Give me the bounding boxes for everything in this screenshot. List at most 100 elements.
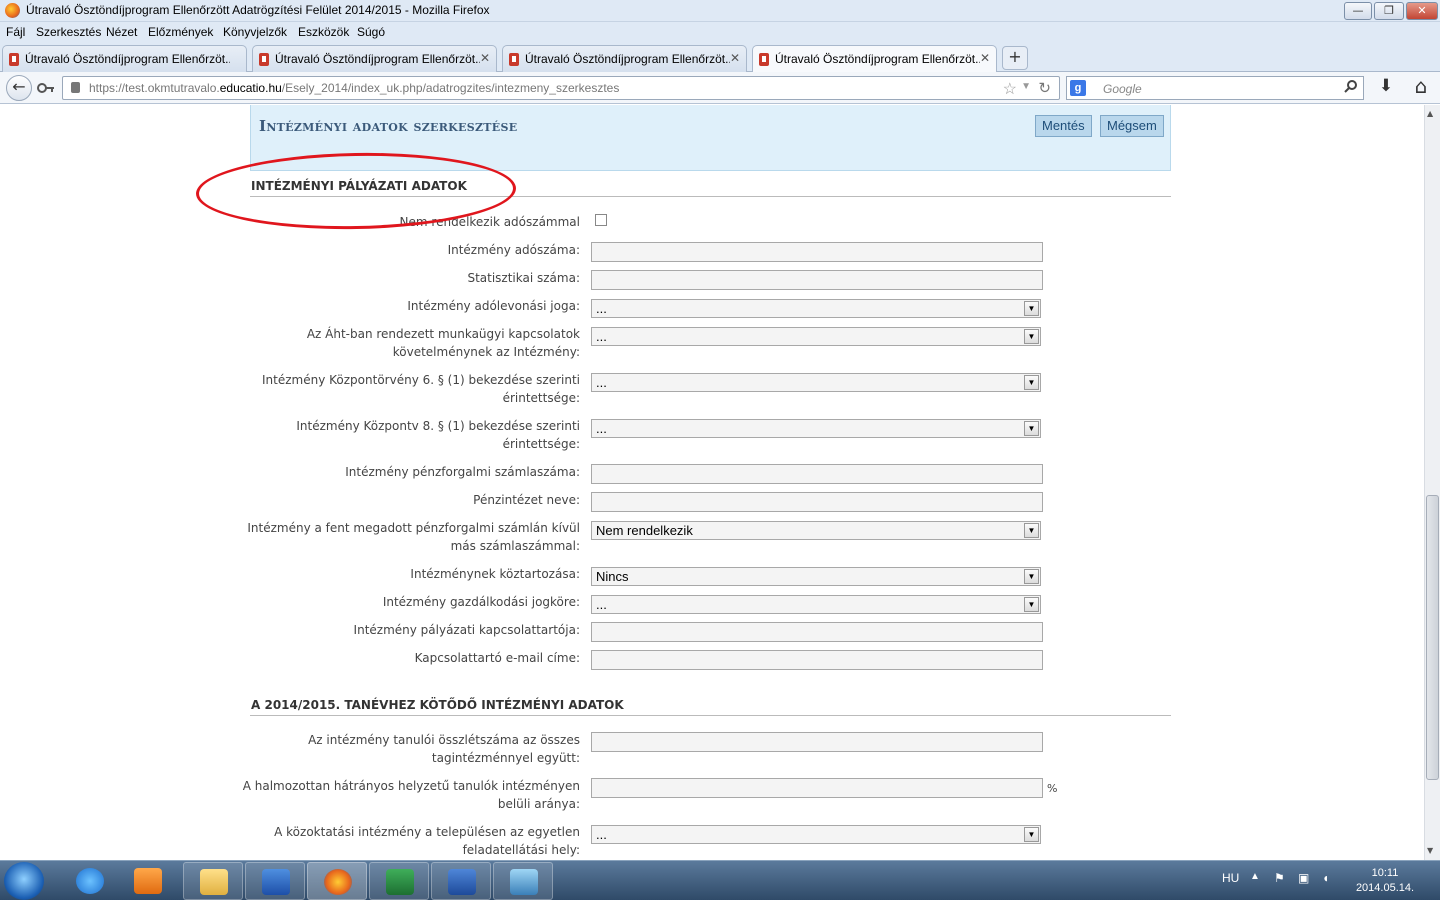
firefox-icon — [324, 869, 352, 895]
folder-icon — [200, 869, 228, 895]
tray-arrow-icon[interactable]: ▲ — [1250, 871, 1260, 882]
section-heading-school-year-data: A 2014/2015. TANÉVHEZ KÖTŐDŐ INTÉZMÉNYI … — [250, 696, 1171, 716]
home-icon[interactable]: ⌂ — [1410, 74, 1432, 98]
menu-file[interactable]: Fájl — [6, 25, 25, 39]
search-icon[interactable] — [1344, 79, 1358, 96]
menu-tools[interactable]: Eszközök — [298, 25, 349, 39]
dropdown-arrow-icon: ▼ — [1024, 329, 1039, 344]
legal-status-select[interactable]: ... ▼ — [591, 595, 1041, 614]
dropdown-arrow-icon: ▼ — [1024, 569, 1039, 584]
history-dropdown-icon[interactable]: ▼ — [1021, 81, 1031, 92]
language-indicator[interactable]: HU — [1222, 871, 1239, 885]
dropdown-arrow-icon: ▼ — [1024, 421, 1039, 436]
tab-bar: Útravaló Ösztöndíjprogram Ellenőrzöt... … — [0, 42, 1440, 73]
browser-tab[interactable]: Útravaló Ösztöndíjprogram Ellenőrzöt... … — [502, 45, 747, 72]
bookmark-star-icon[interactable]: ☆ — [1003, 79, 1017, 99]
download-icon[interactable]: ⬇ — [1376, 76, 1396, 96]
back-button[interactable]: ← — [6, 75, 32, 101]
menu-help[interactable]: Súgó — [357, 25, 385, 39]
percent-unit: % — [1047, 782, 1058, 795]
scroll-down-arrow-icon[interactable]: ▼ — [1427, 846, 1433, 855]
stat-number-input[interactable] — [591, 270, 1043, 290]
url-bar[interactable]: https://test.okmtutravalo.educatio.hu/Es… — [62, 76, 1060, 100]
google-icon: g — [1070, 80, 1086, 96]
search-placeholder: Google — [1103, 82, 1142, 96]
menu-edit[interactable]: Szerkesztés — [36, 25, 101, 39]
system-clock[interactable]: 10:11 2014.05.14. — [1350, 866, 1420, 896]
window-titlebar: Útravaló Ösztöndíjprogram Ellenőrzött Ad… — [0, 0, 1440, 22]
field-label: Intézmény a fent megadott pénzforgalmi s… — [247, 521, 580, 553]
site-favicon-icon — [259, 53, 269, 66]
tab-close-icon[interactable]: ✕ — [480, 51, 490, 65]
student-count-input[interactable] — [591, 732, 1043, 752]
tab-close-icon[interactable]: ✕ — [730, 51, 740, 65]
taskbar-word[interactable] — [431, 862, 491, 900]
taskbar-firefox[interactable] — [307, 862, 367, 900]
lock-icon — [71, 82, 80, 93]
close-button[interactable]: ✕ — [1406, 2, 1438, 20]
bank-name-input[interactable] — [591, 492, 1043, 512]
field-label: Intézmény adólevonási joga: — [407, 299, 580, 313]
no-tax-checkbox[interactable] — [595, 214, 607, 226]
account-number-input[interactable] — [591, 464, 1043, 484]
tax-deduction-select[interactable]: ... ▼ — [591, 299, 1041, 318]
field-label: Intézmény Központv 8. § (1) bekezdése sz… — [296, 419, 580, 451]
maximize-button[interactable]: ❐ — [1374, 2, 1404, 20]
tab-label: Útravaló Ösztöndíjprogram Ellenőrzöt... — [275, 52, 480, 66]
menu-view[interactable]: Nézet — [106, 25, 137, 39]
taskbar-explorer[interactable] — [183, 862, 243, 900]
browser-tab[interactable]: Útravaló Ösztöndíjprogram Ellenőrzöt... … — [252, 45, 497, 72]
contact-person-input[interactable] — [591, 622, 1043, 642]
word-icon — [448, 869, 476, 895]
tab-label: Útravaló Ösztöndíjprogram Ellenőrzöt... — [775, 52, 980, 66]
taskbar-ie[interactable] — [60, 862, 120, 900]
image-viewer-icon — [510, 869, 538, 895]
contact-email-input[interactable] — [591, 650, 1043, 670]
volume-icon[interactable]: ◖ — [1322, 871, 1329, 885]
reload-icon[interactable]: ↻ — [1038, 79, 1051, 97]
scrollbar-thumb[interactable] — [1426, 495, 1439, 780]
field-label: Intézmény adószáma: — [447, 243, 580, 257]
disadvantaged-ratio-input[interactable] — [591, 778, 1043, 798]
browser-tab[interactable]: Útravaló Ösztöndíjprogram Ellenőrzöt... — [2, 45, 247, 72]
field-label: Intézménynek köztartozása: — [410, 567, 580, 581]
menu-history[interactable]: Előzmények — [148, 25, 213, 39]
taskbar-media-player[interactable] — [118, 862, 178, 900]
dropdown-arrow-icon: ▼ — [1024, 375, 1039, 390]
taskbar-excel[interactable] — [369, 862, 429, 900]
aht-select[interactable]: ... ▼ — [591, 327, 1041, 346]
tax-number-input[interactable] — [591, 242, 1043, 262]
field-label: Pénzintézet neve: — [473, 493, 580, 507]
kp8-select[interactable]: ... ▼ — [591, 419, 1041, 438]
minimize-button[interactable]: — — [1344, 2, 1372, 20]
network-icon[interactable]: ▣ — [1298, 871, 1309, 885]
tab-close-icon[interactable]: ✕ — [980, 51, 990, 65]
site-favicon-icon — [759, 53, 769, 66]
new-tab-button[interactable]: + — [1002, 46, 1028, 70]
dropdown-arrow-icon: ▼ — [1024, 523, 1039, 538]
field-label: A halmozottan hátrányos helyzetű tanulók… — [242, 779, 580, 811]
browser-tab-active[interactable]: Útravaló Ösztöndíjprogram Ellenőrzöt... … — [752, 45, 997, 73]
outlook-icon — [262, 869, 290, 895]
dropdown-arrow-icon: ▼ — [1024, 827, 1039, 842]
media-player-icon — [134, 868, 162, 894]
taskbar-image-viewer[interactable] — [493, 862, 553, 900]
debt-select[interactable]: Nincs ▼ — [591, 567, 1041, 586]
save-button[interactable]: Mentés — [1035, 115, 1092, 137]
field-label: Az Áht-ban rendezett munkaügyi kapcsolat… — [306, 327, 580, 359]
single-site-select[interactable]: ... ▼ — [591, 825, 1041, 844]
start-button[interactable] — [4, 862, 44, 900]
tab-label: Útravaló Ösztöndíjprogram Ellenőrzöt... — [25, 52, 230, 66]
scroll-up-arrow-icon[interactable]: ▲ — [1427, 109, 1433, 118]
page-content: Intézményi adatok szerkesztése Mentés Mé… — [0, 105, 1424, 860]
other-account-select[interactable]: Nem rendelkezik ▼ — [591, 521, 1041, 540]
flag-icon[interactable]: ⚑ — [1274, 871, 1285, 885]
menu-bookmarks[interactable]: Könyvjelzők — [223, 25, 287, 39]
search-input[interactable]: g Google — [1066, 76, 1364, 100]
key-icon[interactable] — [36, 78, 56, 98]
kp6-select[interactable]: ... ▼ — [591, 373, 1041, 392]
page-scrollbar[interactable]: ▲ ▼ — [1424, 105, 1440, 860]
cancel-button[interactable]: Mégsem — [1100, 115, 1164, 137]
taskbar-outlook[interactable] — [245, 862, 305, 900]
field-label: Az intézmény tanulói összlétszáma az öss… — [308, 733, 580, 765]
